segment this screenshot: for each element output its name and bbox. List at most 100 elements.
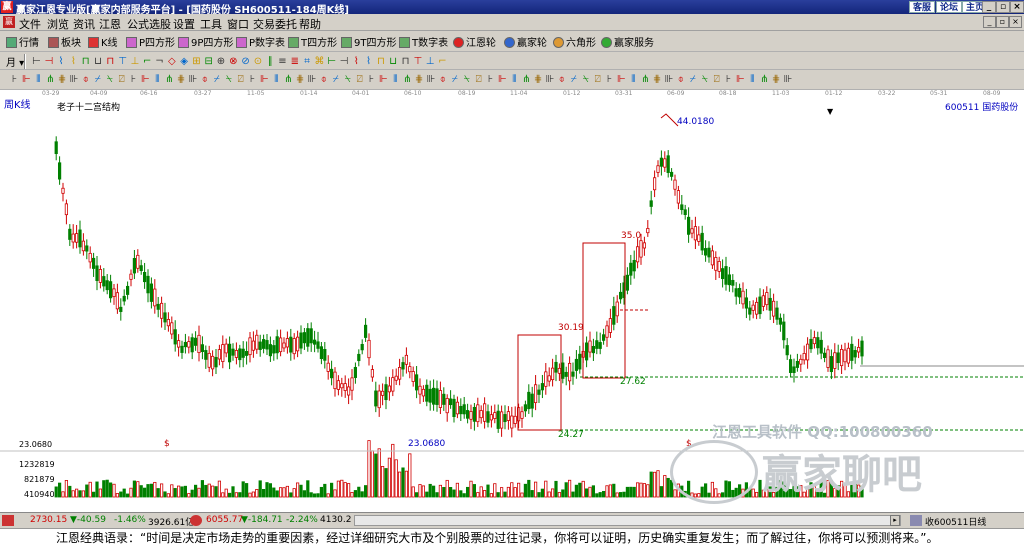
minimize-icon[interactable]: _ (982, 1, 996, 13)
tool-icon[interactable]: ∥ (264, 55, 277, 68)
customer-service-button[interactable]: 客服 (909, 1, 936, 13)
child-restore-icon[interactable]: ▫ (996, 16, 1009, 28)
toolbar-winner-wheel[interactable]: 赢家轮 (504, 34, 547, 49)
menu-settings[interactable]: 设置 (173, 16, 195, 32)
candle-body (258, 341, 262, 350)
tool-icon[interactable]: ⊔ (387, 55, 400, 68)
tool-icon[interactable]: ⊓ (104, 55, 117, 68)
toolbar-t-square[interactable]: T四方形 (288, 34, 337, 49)
hexagon-icon (553, 37, 564, 48)
tool-icon[interactable]: ⊢ (325, 55, 338, 68)
candle-body (153, 288, 157, 307)
toolbar-p-square[interactable]: P四方形 (126, 34, 175, 49)
tool-icon[interactable]: ⌐ (436, 55, 449, 68)
tool-icon[interactable]: ⊟ (202, 55, 215, 68)
menu-window[interactable]: 窗口 (227, 16, 249, 32)
tool-icon[interactable]: ⌇ (67, 55, 80, 68)
tool-icon[interactable]: ⊣ (338, 55, 351, 68)
tool-icon[interactable]: ⌐ (141, 55, 154, 68)
tool-icon[interactable]: ⌗ (301, 55, 314, 68)
toolbar-winner-service[interactable]: 赢家服务 (601, 34, 654, 49)
toolbar-sector[interactable]: 板块 (48, 34, 81, 49)
candle-body (295, 336, 300, 352)
menu-formula[interactable]: 公式选股 (127, 16, 171, 32)
candle-body (778, 317, 783, 325)
toolbar-9p-square[interactable]: 9P四方形 (178, 34, 233, 49)
app-menu-icon[interactable]: 赢 (3, 16, 15, 28)
candle-body (421, 388, 426, 397)
volume-bar (312, 493, 317, 498)
tool-icon[interactable]: ⊤ (116, 55, 129, 68)
tool-icon[interactable]: ⊤ (411, 55, 424, 68)
tool-icon[interactable]: ⊓ (374, 55, 387, 68)
tool-icon[interactable]: ≡ (276, 55, 289, 68)
menu-file[interactable]: 文件 (19, 16, 41, 32)
menu-gann[interactable]: 江恩 (99, 16, 121, 32)
candle-body (323, 348, 327, 361)
toolbar-kline[interactable]: K线 (88, 34, 118, 49)
tool-icon[interactable]: ⌇ (362, 55, 375, 68)
tool-icon[interactable]: ⊘ (239, 55, 252, 68)
menu-news[interactable]: 资讯 (73, 16, 95, 32)
volume-bar (85, 484, 89, 498)
candle-body (183, 341, 187, 348)
sh-index-icon[interactable] (2, 515, 14, 526)
volume-bar (380, 466, 385, 498)
horizontal-scrollbar[interactable] (354, 515, 901, 526)
candle-body (142, 271, 147, 283)
volume-bar (272, 487, 276, 498)
close-icon[interactable]: × (1010, 1, 1024, 13)
period-selector[interactable]: 月 ▾ (6, 54, 24, 69)
volume-bar (632, 486, 636, 498)
toolbar-gann-wheel[interactable]: 江恩轮 (453, 34, 496, 49)
menu-trade[interactable]: 交易委托 (253, 16, 297, 32)
dropdown-arrow-icon[interactable]: ▼ (827, 107, 833, 116)
volume-bar (418, 484, 422, 498)
candle-body (744, 297, 749, 309)
tool-icon[interactable]: ⊢ (30, 55, 43, 68)
volume-bar (591, 485, 596, 498)
tool-icon[interactable]: ⊔ (92, 55, 105, 68)
volume-bar (102, 480, 106, 498)
child-minimize-icon[interactable]: _ (983, 16, 996, 28)
sz-index-icon[interactable] (190, 515, 202, 526)
candle-body (534, 384, 538, 404)
volume-bar (636, 482, 640, 498)
child-close-icon[interactable]: × (1009, 16, 1022, 28)
menu-tools[interactable]: 工具 (200, 16, 222, 32)
menu-browse[interactable]: 浏览 (47, 16, 69, 32)
volume-bar (571, 491, 575, 498)
forum-button[interactable]: 论坛 (936, 1, 963, 13)
tool-icon[interactable]: ⊥ (424, 55, 437, 68)
toolbar-t-table[interactable]: T数字表 (399, 34, 448, 49)
analysis-tool-icon[interactable]: ⊪ (782, 73, 795, 86)
tool-icon[interactable]: ¬ (153, 55, 166, 68)
tool-icon[interactable]: ⌇ (55, 55, 68, 68)
candle-body (653, 177, 657, 191)
scroll-right-icon[interactable]: ▸ (890, 515, 900, 526)
toolbar-p-table[interactable]: P数字表 (236, 34, 285, 49)
tool-icon[interactable]: ⊗ (227, 55, 240, 68)
volume-axis-label-4: 410940 (24, 490, 55, 499)
toolbar-quote[interactable]: 行情 (6, 34, 39, 49)
volume-bar (547, 491, 551, 498)
toolbar-hexagon[interactable]: 六角形 (553, 34, 596, 49)
candle-body (255, 334, 259, 350)
volume-bar (241, 481, 245, 498)
sh-index-value: 2730.15 (30, 515, 68, 525)
tool-icon[interactable]: ⊙ (251, 55, 264, 68)
tool-icon[interactable]: ⌇ (350, 55, 363, 68)
tool-icon[interactable]: ◇ (165, 55, 178, 68)
tool-icon[interactable]: ⌘ (313, 55, 326, 68)
tool-icon[interactable]: ⊕ (215, 55, 228, 68)
menu-help[interactable]: 帮助 (299, 16, 321, 32)
tool-icon[interactable]: ⊓ (79, 55, 92, 68)
restore-icon[interactable]: ▫ (996, 1, 1010, 13)
tool-icon[interactable]: ⊓ (399, 55, 412, 68)
tool-icon[interactable]: ⊣ (42, 55, 55, 68)
tool-icon[interactable]: ⊥ (128, 55, 141, 68)
tool-icon[interactable]: ≣ (288, 55, 301, 68)
toolbar-9t-square[interactable]: 9T四方形 (341, 34, 396, 49)
tool-icon[interactable]: ⊞ (190, 55, 203, 68)
tool-icon[interactable]: ◈ (178, 55, 191, 68)
